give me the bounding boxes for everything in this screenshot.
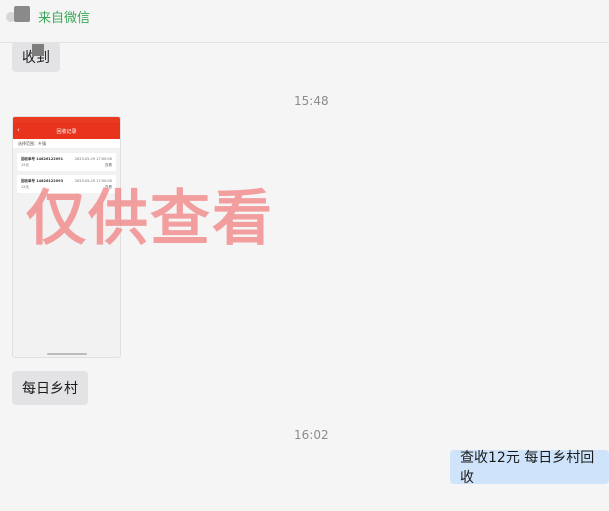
timestamp: 15:48 — [294, 94, 329, 108]
watermark: 仅供查看 — [26, 184, 274, 254]
message-bubble-sent[interactable]: 查收12元 每日乡村回收 — [450, 450, 609, 486]
chat-header: 来自微信 — [0, 0, 609, 43]
scroll-indicator — [47, 353, 87, 355]
phone-app-header: ‹ 回收记录 — [13, 123, 120, 139]
phone-filter-bar: 选择范围：乡镇 — [13, 139, 120, 149]
source-label: 来自微信 — [38, 11, 91, 26]
record-amount: 12元 — [21, 163, 29, 167]
record-card: 回收单号 14826122091 2023-05-19 17:00:00 12元… — [17, 153, 116, 171]
mosaic-blur — [32, 44, 44, 56]
message-bubble-received[interactable]: 每日乡村 — [12, 371, 88, 405]
record-action: 查看 — [105, 163, 112, 167]
timestamp: 16:02 — [294, 428, 329, 442]
message-text: 查收12元 每日乡村回收 — [460, 450, 595, 486]
phone-header-title: 回收记录 — [56, 128, 77, 135]
contact-avatar[interactable] — [14, 6, 30, 22]
back-arrow-icon: ‹ — [17, 126, 20, 134]
message-text: 每日乡村 — [22, 381, 78, 397]
